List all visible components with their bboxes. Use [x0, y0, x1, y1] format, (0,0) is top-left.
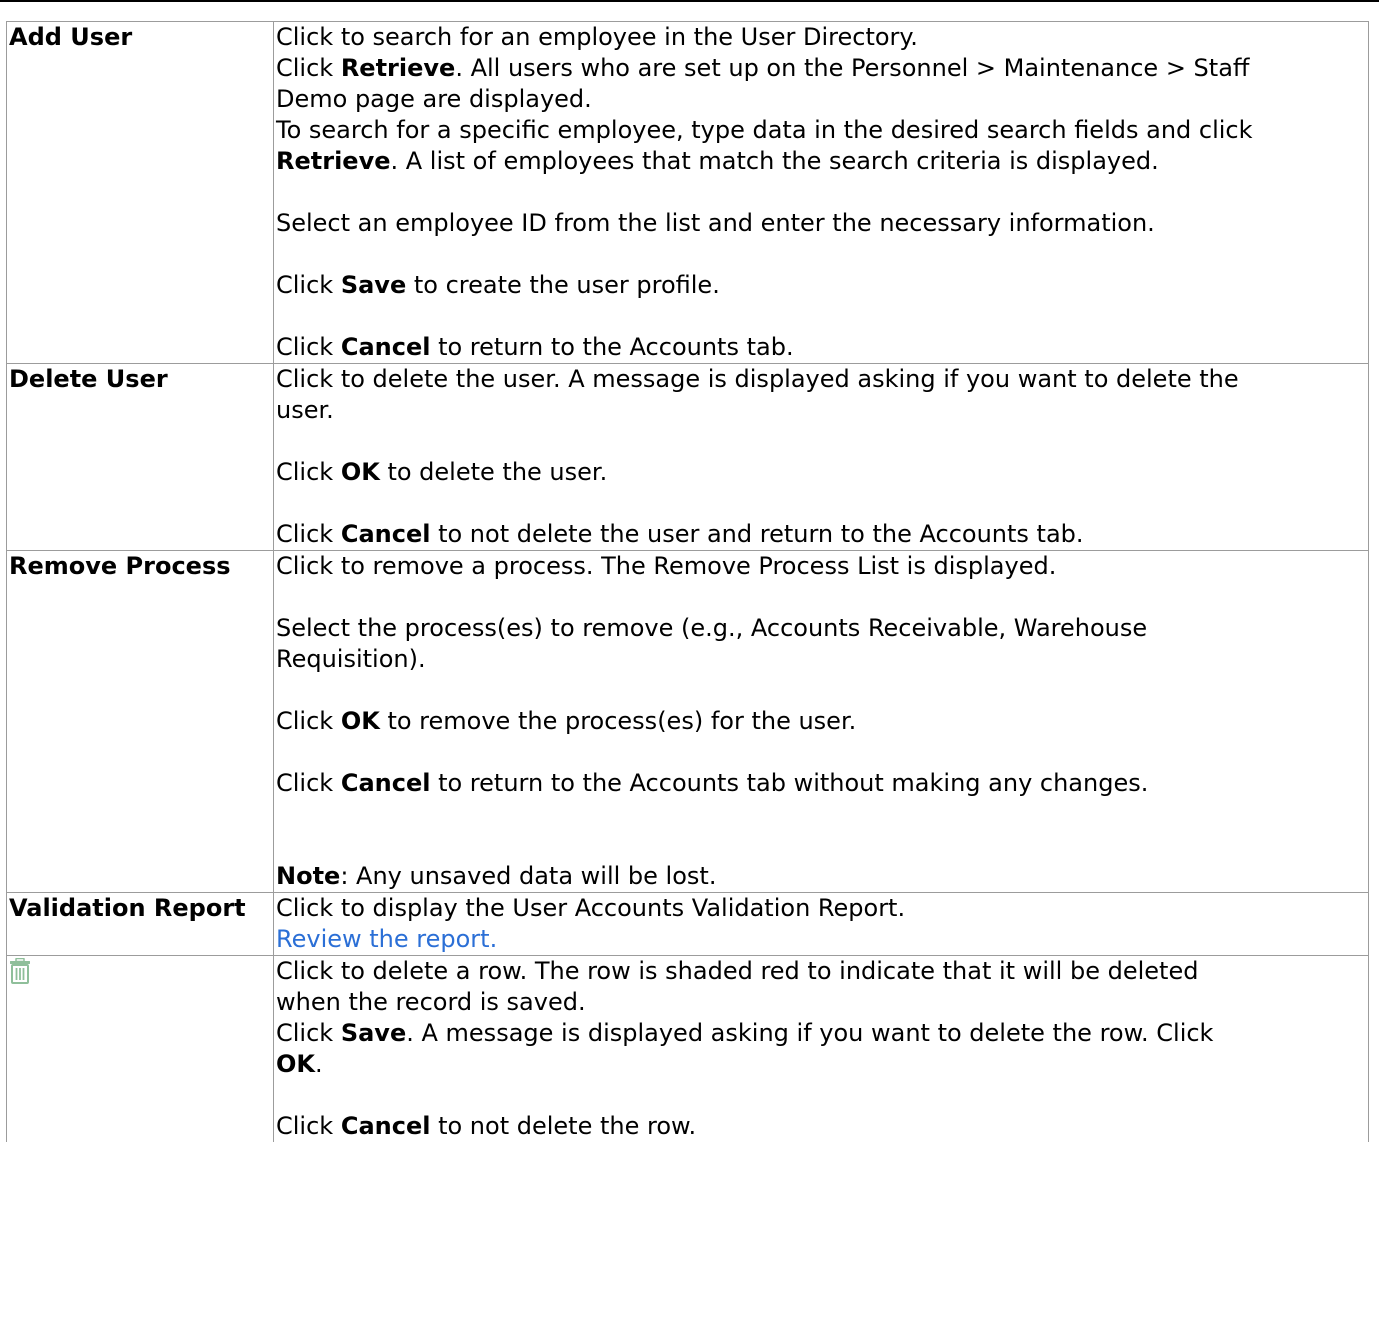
description-line: Click to search for an employee in the U… [276, 23, 918, 51]
description-line: Click Cancel to not delete the user and … [276, 519, 1368, 550]
description-line: Click OK to delete the user. [276, 457, 1368, 488]
description-line: Demo page are displayed. [276, 85, 592, 113]
text-run: to not delete the row. [430, 1112, 697, 1140]
text-run: Click [276, 333, 341, 361]
text-run: to not delete the user and return to the… [430, 520, 1084, 548]
text-run: Click [276, 54, 341, 82]
table-row-add-user: Add User Click to search for an employee… [6, 21, 1369, 364]
remove-process-description: Click to remove a process. The Remove Pr… [273, 550, 1369, 893]
description-line: Click Cancel to return to the Accounts t… [276, 332, 1368, 363]
text-run: . [315, 1050, 323, 1078]
description-line: Click to delete the user. A message is d… [276, 365, 1239, 393]
description-line: Retrieve. A list of employees that match… [276, 146, 1368, 177]
table-row-delete-user: Delete User Click to delete the user. A … [6, 363, 1369, 551]
text-run: to return to the Accounts tab. [430, 333, 794, 361]
top-rule [0, 0, 1379, 2]
description-line: Click Save. A message is displayed askin… [276, 1018, 1368, 1049]
text-run: Click [276, 271, 341, 299]
description-line: Requisition). [276, 645, 426, 673]
description-line: Click to remove a process. The Remove Pr… [276, 552, 1057, 580]
cancel-keyword: Cancel [340, 520, 431, 548]
text-run: Click [276, 1019, 341, 1047]
cancel-keyword: Cancel [340, 769, 431, 797]
delete-row-description: Click to delete a row. The row is shaded… [273, 955, 1369, 1142]
save-keyword: Save [340, 1019, 407, 1047]
description-line: Review the report. [276, 924, 1368, 955]
text-run: . A list of employees that match the sea… [390, 147, 1159, 175]
validation-report-description: Click to display the User Accounts Valid… [273, 892, 1369, 956]
text-run: to remove the process(es) for the user. [379, 707, 857, 735]
delete-user-label: Delete User [6, 363, 274, 551]
description-line: Click OK to remove the process(es) for t… [276, 706, 1368, 737]
description-line: when the record is saved. [276, 988, 586, 1016]
description-line: Click to display the User Accounts Valid… [276, 894, 906, 922]
add-user-description: Click to search for an employee in the U… [273, 21, 1369, 364]
trash-icon [9, 957, 31, 984]
delete-row-key-cell [6, 955, 274, 1142]
delete-user-description: Click to delete the user. A message is d… [273, 363, 1369, 551]
text-run: Click [276, 707, 341, 735]
description-line: Click Retrieve. All users who are set up… [276, 53, 1368, 84]
note-keyword: Note [276, 862, 341, 890]
ok-keyword: OK [340, 707, 380, 735]
description-line: Click to delete a row. The row is shaded… [276, 957, 1199, 985]
add-user-label: Add User [6, 21, 274, 364]
text-run: to create the user profile. [406, 271, 720, 299]
text-run: Click [276, 769, 341, 797]
cancel-keyword: Cancel [340, 1112, 431, 1140]
cancel-keyword: Cancel [340, 333, 431, 361]
review-report-link[interactable]: Review the report. [276, 925, 497, 953]
ok-keyword: OK [276, 1050, 315, 1078]
description-line: Select an employee ID from the list and … [276, 209, 1155, 237]
retrieve-keyword: Retrieve [276, 147, 391, 175]
validation-report-label: Validation Report [6, 892, 274, 956]
retrieve-keyword: Retrieve [340, 54, 456, 82]
description-line: Select the process(es) to remove (e.g., … [276, 614, 1148, 642]
description-line: user. [276, 396, 334, 424]
remove-process-label: Remove Process [6, 550, 274, 893]
text-run: Click [276, 458, 341, 486]
description-line: OK. [276, 1049, 1368, 1080]
table-row-remove-process: Remove Process Click to remove a process… [6, 550, 1369, 893]
ok-keyword: OK [340, 458, 380, 486]
text-run: . A message is displayed asking if you w… [406, 1019, 1214, 1047]
description-line: Click Cancel to return to the Accounts t… [276, 768, 1368, 799]
text-run: to delete the user. [379, 458, 608, 486]
description-line: Note: Any unsaved data will be lost. [276, 861, 1368, 892]
text-run: Click [276, 1112, 341, 1140]
text-run: to return to the Accounts tab without ma… [430, 769, 1149, 797]
description-line: Click Cancel to not delete the row. [276, 1111, 1368, 1142]
description-line: Click Save to create the user profile. [276, 270, 1368, 301]
button-description-table: Add User Click to search for an employee… [6, 21, 1369, 1142]
text-run: : Any unsaved data will be lost. [340, 862, 717, 890]
table-row-validation-report: Validation Report Click to display the U… [6, 892, 1369, 956]
save-keyword: Save [340, 271, 407, 299]
text-run: Click [276, 520, 341, 548]
description-line: To search for a specific employee, type … [276, 116, 1253, 144]
table-row-delete-row: Click to delete a row. The row is shaded… [6, 955, 1369, 1142]
text-run: . All users who are set up on the Person… [455, 54, 1250, 82]
